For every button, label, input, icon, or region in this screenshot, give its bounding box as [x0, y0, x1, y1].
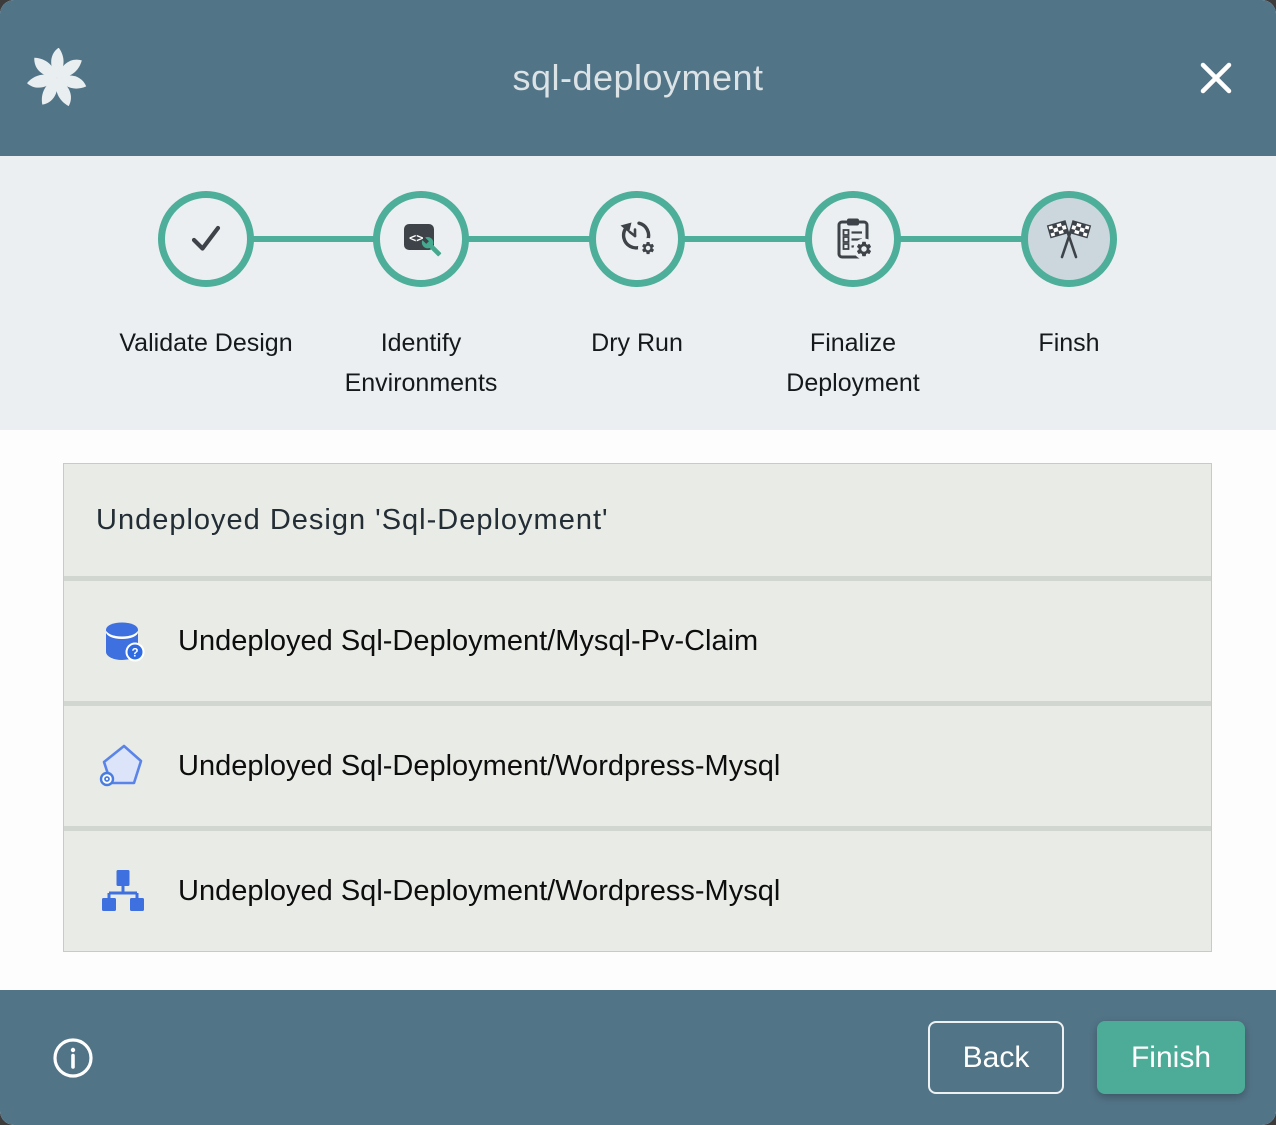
svg-text:?: ?: [131, 648, 138, 660]
meshery-pinwheel-logo-icon: [27, 48, 87, 108]
close-button[interactable]: [1194, 56, 1238, 100]
result-row-pod: Undeployed Sql-Deployment/Wordpress-Mysq…: [64, 701, 1211, 826]
result-row-pv-claim: ? Undeployed Sql-Deployment/Mysql-Pv-Cla…: [64, 576, 1211, 701]
deployment-tree-icon: [97, 866, 147, 916]
info-button[interactable]: [50, 1035, 96, 1081]
modal-title: sql-deployment: [512, 57, 763, 99]
sync-gear-icon: [615, 217, 659, 261]
deployment-stepper: Validate Design <> Identify Environments: [0, 156, 1276, 430]
result-row-text: Undeployed Sql-Deployment/Mysql-Pv-Claim: [178, 625, 758, 658]
info-icon: [50, 1035, 96, 1081]
svg-text:<>: <>: [409, 231, 423, 245]
result-row-text: Undeployed Sql-Deployment/Wordpress-Mysq…: [178, 875, 780, 908]
checkered-flags-icon: [1046, 217, 1092, 261]
back-button[interactable]: Back: [928, 1021, 1064, 1094]
step-circle: [1021, 191, 1117, 287]
results-title: Undeployed Design 'Sql-Deployment': [96, 504, 609, 537]
results-title-row: Undeployed Design 'Sql-Deployment': [64, 464, 1211, 576]
step-label: Dry Run: [547, 323, 727, 363]
check-icon: [184, 217, 228, 261]
deployment-results-panel: Undeployed Design 'Sql-Deployment' ? Und…: [63, 463, 1212, 952]
step-identify-environments[interactable]: <> Identify Environments: [331, 191, 511, 403]
step-circle: <>: [373, 191, 469, 287]
modal-header: sql-deployment: [0, 0, 1276, 156]
modal-footer: Back Finish: [0, 990, 1276, 1125]
step-label: Identify Environments: [331, 323, 511, 403]
step-label: Finalize Deployment: [763, 323, 943, 403]
persistent-volume-claim-icon: ?: [97, 616, 147, 666]
deployment-wizard-modal: sql-deployment Validate Design: [0, 0, 1276, 1125]
result-row-text: Undeployed Sql-Deployment/Wordpress-Mysq…: [178, 750, 780, 783]
step-circle: [158, 191, 254, 287]
step-circle: [589, 191, 685, 287]
close-icon: [1194, 56, 1238, 100]
step-validate-design[interactable]: Validate Design: [116, 191, 296, 363]
step-label: Validate Design: [116, 323, 296, 363]
results-content: Undeployed Design 'Sql-Deployment' ? Und…: [0, 430, 1276, 990]
step-dry-run[interactable]: Dry Run: [547, 191, 727, 363]
clipboard-gear-icon: [831, 217, 875, 261]
step-label: Finsh: [979, 323, 1159, 363]
code-wrench-icon: <>: [399, 217, 443, 261]
result-row-deployment: Undeployed Sql-Deployment/Wordpress-Mysq…: [64, 826, 1211, 951]
finish-button[interactable]: Finish: [1097, 1021, 1245, 1094]
step-circle: [805, 191, 901, 287]
step-finalize-deployment[interactable]: Finalize Deployment: [763, 191, 943, 403]
pod-pentagon-icon: [97, 741, 147, 791]
step-finish[interactable]: Finsh: [979, 191, 1159, 363]
